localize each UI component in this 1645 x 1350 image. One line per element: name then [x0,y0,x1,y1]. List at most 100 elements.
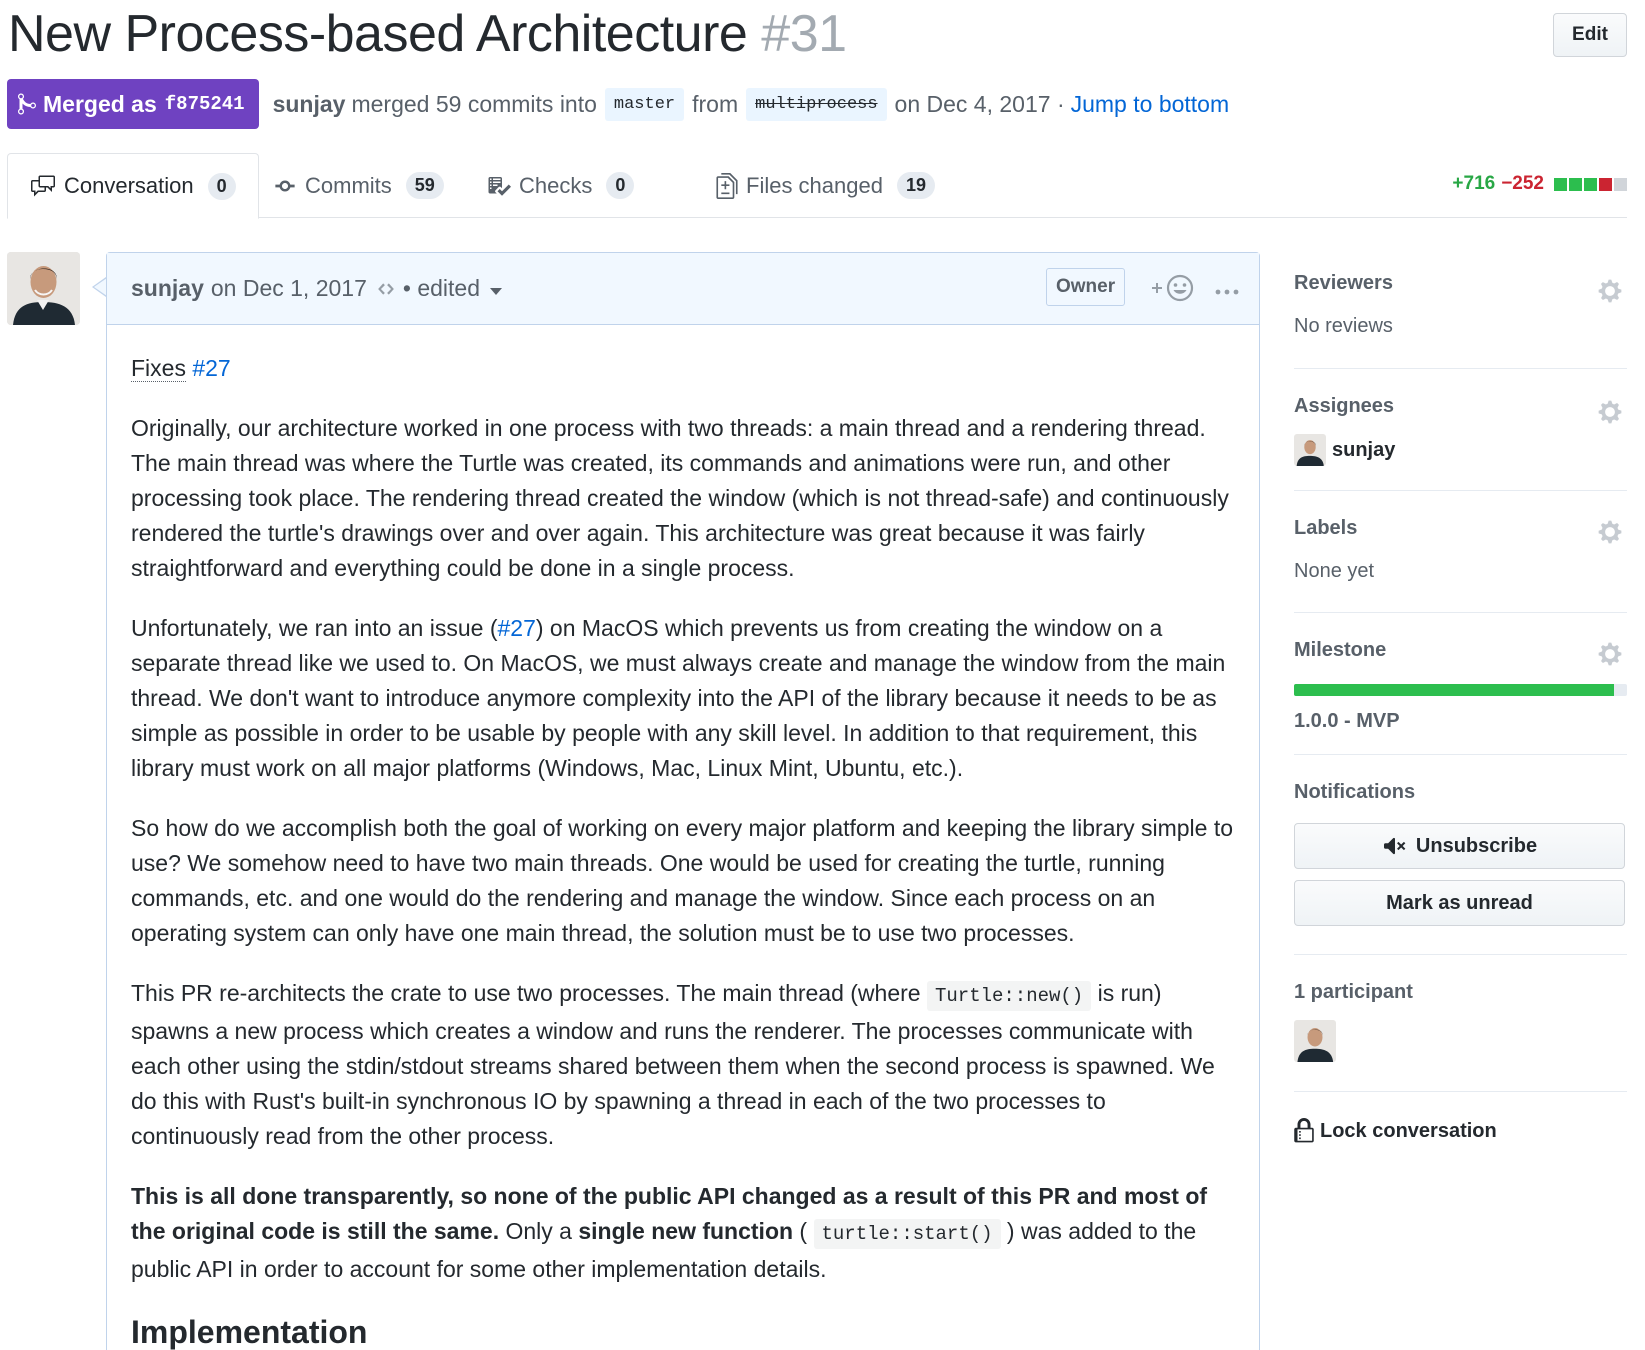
lock-conversation-label: Lock conversation [1320,1119,1497,1142]
kebab-horizontal-icon [1215,289,1239,295]
comment-author[interactable]: sunjay [131,275,204,302]
tab-commits-label: Commits [305,172,392,198]
participant-avatar[interactable] [1294,1020,1336,1062]
merge-author[interactable]: sunjay [273,91,346,118]
labels-value: None yet [1294,560,1375,582]
participants-title: 1 participant [1294,981,1413,1003]
lock-icon [1294,1118,1314,1143]
paragraph-5: This is all done transparently, so none … [131,1183,1208,1282]
labels-title[interactable]: Labels [1294,517,1627,540]
sidebar-participants: 1 participant [1294,955,1627,1092]
git-merge-icon [18,93,36,115]
diffstat-block-del [1599,177,1612,191]
sidebar-assignees: Assignees sunjay [1294,369,1627,491]
diffstat-additions: +716 [1452,173,1496,194]
tab-conversation[interactable]: Conversation 0 [7,153,259,219]
tab-checks[interactable]: Checks 0 [487,153,635,218]
paragraph-2: Unfortunately, we ran into an issue (#27… [131,611,1235,786]
edit-button[interactable]: Edit [1553,13,1627,57]
tab-commits[interactable]: Commits 59 [273,153,444,218]
issue-link[interactable]: #27 [192,355,230,381]
reviewers-title[interactable]: Reviewers [1294,272,1627,295]
from-text: from [692,90,739,117]
base-branch[interactable]: master [604,87,685,121]
tab-conversation-count: 0 [207,172,236,200]
gear-icon[interactable] [1597,641,1623,667]
comment-date[interactable]: on Dec 1, 2017 [211,275,367,302]
merge-commit-sha[interactable]: f875241 [165,93,245,115]
sidebar-notifications: Notifications Unsubscribe Mark as unread [1294,755,1627,955]
tab-files-changed[interactable]: Files changed 19 [716,153,936,218]
diffstat-block-add [1569,177,1582,191]
pr-number: #31 [761,5,847,63]
milestone-progress-bar [1294,684,1627,696]
paragraph-4-text-a: This PR re-architects the crate to use t… [131,980,921,1006]
merged-status-label: Merged as [43,90,157,117]
gear-icon[interactable] [1597,278,1623,304]
gear-icon[interactable] [1597,519,1623,545]
merge-date: on Dec 4, 2017 · [894,90,1065,117]
tab-files-changed-count: 19 [896,172,936,199]
notifications-title: Notifications [1294,781,1416,803]
edited-dropdown[interactable]: • edited [403,275,503,302]
assignees-title[interactable]: Assignees [1294,395,1627,418]
tab-commits-count: 59 [405,172,444,199]
fixes-line: Fixes #27 [131,351,1235,386]
diffstat: +716 −252 [1452,173,1627,195]
git-commit-icon [275,180,295,191]
tab-files-changed-label: Files changed [746,172,883,198]
pr-title: New Process-based Architecture #31 [8,4,847,64]
diffstat-deletions: −252 [1501,173,1544,194]
milestone-progress-fill [1294,684,1614,696]
lock-conversation-link[interactable]: Lock conversation [1294,1092,1627,1144]
implementation-heading: Implementation [131,1314,368,1350]
sidebar: Reviewers No reviews Assignees sunjay La… [1294,252,1627,1144]
sidebar-reviewers: Reviewers No reviews [1294,252,1627,369]
issue-link-inline[interactable]: #27 [497,615,535,641]
milestone-value[interactable]: 1.0.0 - MVP [1294,710,1627,733]
add-reaction-button[interactable] [1150,273,1196,309]
unsubscribe-label: Unsubscribe [1415,834,1538,857]
jump-to-bottom-link[interactable]: Jump to bottom [1071,91,1230,118]
sidebar-labels: Labels None yet [1294,491,1627,613]
tab-checks-label: Checks [519,172,593,198]
paragraph-4: This PR re-architects the crate to use t… [131,976,1235,1154]
diffstat-block-add [1554,177,1567,191]
diffstat-block-neutral [1614,177,1627,191]
assignee-name: sunjay [1332,438,1396,461]
head-branch: multiprocess [746,87,887,121]
inline-code: turtle::start() [813,1219,1001,1249]
milestone-title[interactable]: Milestone [1294,639,1627,662]
caret-down-icon [490,288,503,295]
paragraph-5-bold-2: single new function [578,1218,794,1244]
paragraph-3: So how do we accomplish both the goal of… [131,815,1234,946]
checklist-icon [488,176,511,196]
owner-badge: Owner [1046,268,1126,306]
file-diff-icon [716,172,738,199]
smiley-plus-icon [1152,274,1194,302]
pr-tabs: Conversation 0 Commits 59 Checks 0 Files… [7,153,1627,219]
comment-body: Fixes #27 Originally, our architecture w… [107,325,1259,1350]
paragraph-5-text-a: Only a [505,1218,572,1244]
gear-icon[interactable] [1597,399,1623,425]
comment-options-button[interactable] [1215,275,1239,303]
inline-code: Turtle::new() [926,981,1092,1011]
sidebar-milestone: Milestone 1.0.0 - MVP [1294,613,1627,755]
merged-status-badge: Merged as f875241 [7,79,259,129]
merged-text: merged 59 commits into [351,90,597,117]
author-avatar[interactable] [7,252,80,325]
diffstat-block-add [1584,177,1597,191]
tab-conversation-label: Conversation [64,173,194,198]
code-icon [378,282,394,295]
mark-as-unread-button[interactable]: Mark as unread [1294,880,1625,926]
reviewers-value: No reviews [1294,315,1393,337]
edited-label: • edited [402,275,480,301]
assignee-item[interactable]: sunjay [1294,434,1627,466]
pr-description-comment: sunjay on Dec 1, 2017 • edited Owner Fix… [106,252,1260,1350]
paragraph-2-text-a: Unfortunately, we ran into an issue ( [131,615,498,641]
pr-meta: Merged as f875241 sunjay merged 59 commi… [7,79,1229,129]
pr-title-text: New Process-based Architecture [8,5,748,63]
unsubscribe-button[interactable]: Unsubscribe [1294,823,1625,869]
paragraph-1: Originally, our architecture worked in o… [131,415,1229,581]
comment-discussion-icon [31,175,55,197]
